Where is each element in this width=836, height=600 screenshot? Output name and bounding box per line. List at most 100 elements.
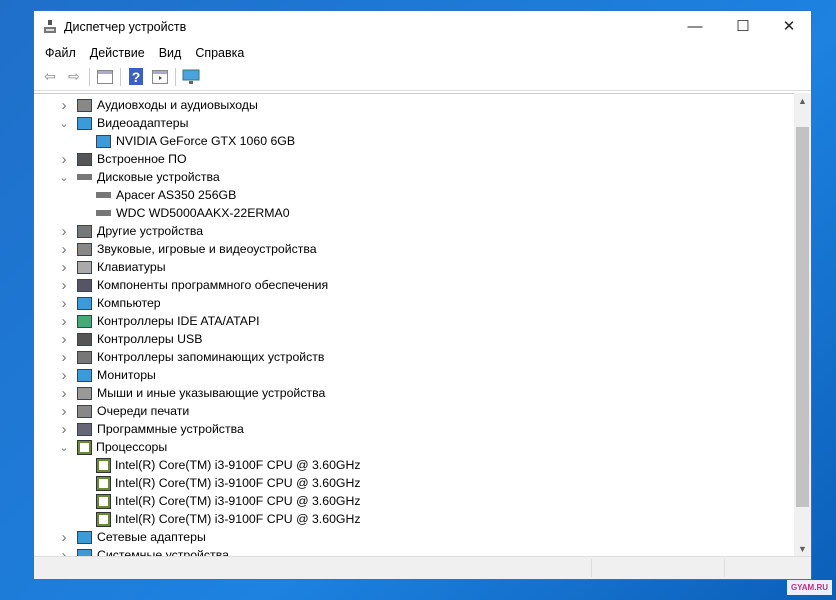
tree-item-label: Звуковые, игровые и видеоустройства — [97, 242, 317, 256]
cpu-icon — [96, 457, 111, 473]
scrollbar-thumb[interactable] — [796, 127, 809, 507]
tree-item[interactable]: Intel(R) Core(TM) i3-9100F CPU @ 3.60GHz — [96, 510, 361, 528]
tree-item-label: Программные устройства — [97, 422, 244, 436]
chevron-right-icon[interactable]: › — [59, 421, 69, 438]
unknown-device-icon — [77, 224, 92, 238]
storage-controller-icon — [77, 350, 92, 364]
chevron-down-icon[interactable]: ⌄ — [59, 171, 69, 184]
forward-button[interactable]: ⇨ — [64, 67, 84, 87]
scroll-up-arrow[interactable]: ▲ — [794, 96, 811, 106]
tree-item-label: Процессоры — [96, 440, 168, 454]
tree-item[interactable]: ⌄ Дисковые устройства — [59, 168, 220, 186]
chevron-right-icon[interactable]: › — [59, 151, 69, 168]
cpu-icon — [96, 475, 111, 491]
vertical-scrollbar[interactable]: ▲ ▼ — [794, 93, 811, 557]
cpu-icon — [77, 439, 92, 455]
tree-item-label: Intel(R) Core(TM) i3-9100F CPU @ 3.60GHz — [115, 494, 361, 508]
tree-item-label: Видеоадаптеры — [97, 116, 189, 130]
speaker-icon — [77, 242, 92, 256]
tree-item[interactable]: Intel(R) Core(TM) i3-9100F CPU @ 3.60GHz — [96, 492, 361, 510]
chevron-right-icon[interactable]: › — [59, 313, 69, 330]
toolbar-separator — [89, 67, 90, 86]
tree-item[interactable]: › Контроллеры IDE ATA/ATAPI — [62, 312, 260, 330]
tree-item[interactable]: › Сетевые адаптеры — [62, 528, 206, 546]
chevron-right-icon[interactable]: › — [59, 403, 69, 420]
minimize-button[interactable]: — — [672, 11, 718, 41]
scan-hardware-button[interactable] — [181, 67, 201, 87]
tree-item[interactable]: › Мыши и иные указывающие устройства — [62, 384, 326, 402]
tree-item[interactable]: › Аудиовходы и аудиовыходы — [62, 96, 258, 114]
tree-item[interactable]: › Мониторы — [62, 366, 156, 384]
disk-icon — [96, 192, 111, 198]
tree-item[interactable]: › Компьютер — [62, 294, 161, 312]
tree-item[interactable]: WDC WD5000AAKX-22ERMA0 — [96, 204, 290, 222]
update-driver-button[interactable] — [150, 67, 170, 87]
tree-item-label: Контроллеры USB — [97, 332, 203, 346]
chevron-right-icon[interactable]: › — [59, 367, 69, 384]
chevron-right-icon[interactable]: › — [59, 529, 69, 546]
tree-item-label: Компьютер — [97, 296, 161, 310]
menu-view[interactable]: Вид — [152, 46, 189, 60]
chevron-down-icon[interactable]: ⌄ — [59, 441, 69, 454]
display-adapter-icon — [96, 134, 111, 148]
tree-item[interactable]: Apacer AS350 256GB — [96, 186, 236, 204]
tree-item[interactable]: › Встроенное ПО — [62, 150, 187, 168]
properties-button[interactable] — [95, 67, 115, 87]
tree-item-label: Очереди печати — [97, 404, 190, 418]
speaker-icon — [77, 98, 92, 112]
chevron-right-icon[interactable]: › — [59, 295, 69, 312]
tree-item-label: Мониторы — [97, 368, 156, 382]
tree-item[interactable]: NVIDIA GeForce GTX 1060 6GB — [96, 132, 295, 150]
tree-item[interactable]: › Программные устройства — [62, 420, 244, 438]
close-button[interactable]: ✕ — [766, 11, 812, 41]
tree-item-label: Клавиатуры — [97, 260, 166, 274]
tree-item-label: Встроенное ПО — [97, 152, 187, 166]
tree-item-label: Мыши и иные указывающие устройства — [97, 386, 326, 400]
status-divider — [591, 559, 592, 577]
chevron-right-icon[interactable]: › — [59, 385, 69, 402]
device-manager-icon — [44, 20, 56, 33]
menu-help[interactable]: Справка — [188, 46, 251, 60]
tree-item[interactable]: ⌄ Видеоадаптеры — [59, 114, 189, 132]
scan-monitor-icon — [182, 69, 200, 84]
tree-item-label: Intel(R) Core(TM) i3-9100F CPU @ 3.60GHz — [115, 476, 361, 490]
tree-item-label: WDC WD5000AAKX-22ERMA0 — [116, 206, 290, 220]
tree-item[interactable]: › Контроллеры USB — [62, 330, 203, 348]
chevron-right-icon[interactable]: › — [59, 349, 69, 366]
chevron-right-icon[interactable]: › — [59, 277, 69, 294]
chevron-right-icon[interactable]: › — [59, 241, 69, 258]
scroll-down-arrow[interactable]: ▼ — [794, 544, 811, 554]
chevron-right-icon[interactable]: › — [59, 331, 69, 348]
back-button[interactable]: ⇦ — [40, 67, 60, 87]
tree-item-label: Дисковые устройства — [97, 170, 220, 184]
chevron-down-icon[interactable]: ⌄ — [59, 117, 69, 130]
menu-file[interactable]: Файл — [38, 46, 83, 60]
tree-item-label: NVIDIA GeForce GTX 1060 6GB — [116, 134, 296, 148]
tree-item[interactable]: › Компоненты программного обеспечения — [62, 276, 329, 294]
menu-action[interactable]: Действие — [83, 46, 152, 60]
tree-item[interactable]: ⌄ Процессоры — [59, 438, 168, 456]
monitor-icon — [77, 368, 92, 382]
tree-item[interactable]: Intel(R) Core(TM) i3-9100F CPU @ 3.60GHz — [96, 456, 361, 474]
tree-item[interactable]: › Контроллеры запоминающих устройств — [62, 348, 325, 366]
window-title: Диспетчер устройств — [64, 20, 187, 34]
title-bar: Диспетчер устройств — ☐ ✕ — [34, 11, 811, 43]
software-device-icon — [77, 422, 92, 436]
cpu-icon — [96, 511, 111, 527]
toolbar-separator — [175, 67, 176, 86]
tree-item[interactable]: Intel(R) Core(TM) i3-9100F CPU @ 3.60GHz — [96, 474, 361, 492]
chevron-right-icon[interactable]: › — [59, 259, 69, 276]
chevron-right-icon[interactable]: › — [59, 97, 69, 114]
disk-icon — [77, 174, 92, 180]
tree-item-label: Другие устройства — [97, 224, 204, 238]
chevron-right-icon[interactable]: › — [59, 223, 69, 240]
help-button[interactable]: ? — [126, 67, 146, 87]
tree-item[interactable]: › Другие устройства — [62, 222, 204, 240]
menu-bar: Файл Действие Вид Справка — [34, 43, 811, 63]
tree-item[interactable]: › Клавиатуры — [62, 258, 166, 276]
toolbar-separator — [120, 67, 121, 86]
tree-item[interactable]: › Звуковые, игровые и видеоустройства — [62, 240, 317, 258]
tree-item[interactable]: › Очереди печати — [62, 402, 190, 420]
maximize-button[interactable]: ☐ — [720, 11, 766, 41]
disk-icon — [96, 210, 111, 216]
